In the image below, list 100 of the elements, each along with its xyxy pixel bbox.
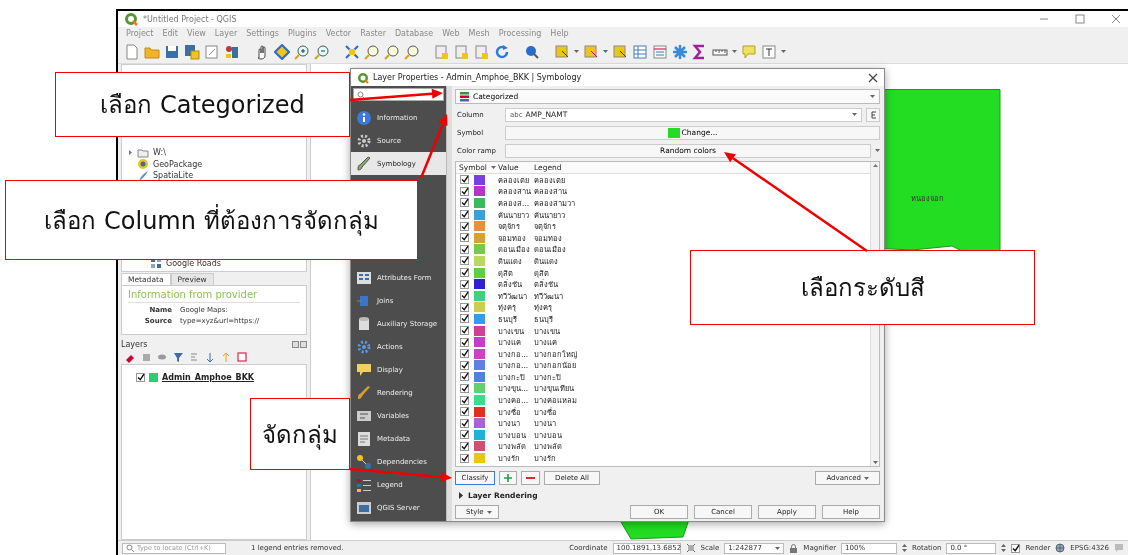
zoom-in-icon[interactable] (294, 43, 310, 60)
checkbox[interactable] (460, 291, 469, 301)
layer-swatch-icon (149, 372, 158, 382)
checkbox[interactable] (460, 360, 469, 370)
checkbox[interactable] (460, 244, 469, 254)
checkbox[interactable] (460, 186, 469, 196)
magnifier-icon[interactable] (384, 43, 400, 60)
remove-layer-icon[interactable] (237, 351, 248, 363)
caret-icon[interactable] (875, 149, 880, 152)
lock-icon[interactable] (789, 543, 799, 553)
select-icon[interactable] (583, 43, 599, 60)
checkbox[interactable] (460, 326, 469, 335)
speech-bubble-icon (356, 361, 372, 378)
zoom-full-icon[interactable] (344, 43, 360, 60)
spinner-icon[interactable] (902, 544, 908, 552)
checkbox[interactable] (460, 395, 469, 405)
database-icon (137, 158, 149, 171)
epsilon-icon (868, 109, 878, 120)
caret-icon[interactable] (781, 50, 786, 53)
browser-item[interactable]: W:\ (153, 148, 166, 158)
select-icon[interactable] (612, 43, 628, 60)
checkbox[interactable] (460, 279, 469, 289)
remove-class-button[interactable] (521, 471, 540, 485)
field-calculator-icon[interactable] (652, 43, 668, 60)
sort-caret-icon[interactable] (490, 166, 496, 169)
add-class-button[interactable] (499, 471, 517, 485)
checkbox[interactable] (460, 418, 469, 428)
checkbox[interactable] (460, 337, 469, 347)
storage-icon (356, 315, 372, 332)
dialog-title: Layer Properties - Admin_Amphoe_BKK | Symbology (373, 73, 583, 82)
metadata-heading: Information from provider (128, 289, 300, 303)
filter-icon[interactable] (173, 351, 184, 363)
checkbox[interactable] (136, 372, 145, 382)
caret-icon (852, 113, 857, 116)
search-icon (126, 544, 134, 552)
float-close-icon[interactable] (292, 340, 307, 348)
checkbox[interactable] (460, 256, 469, 266)
search-icon (357, 90, 365, 99)
paintbrush-icon (356, 155, 372, 172)
qgis-logo-icon (357, 71, 369, 84)
gear-icon (356, 338, 372, 355)
checkbox[interactable] (460, 441, 469, 451)
identify-icon[interactable] (524, 43, 540, 60)
diamond-icon[interactable] (274, 43, 290, 60)
checkbox[interactable] (460, 372, 469, 382)
expression-button[interactable] (866, 107, 880, 122)
text-box-icon[interactable] (761, 43, 777, 60)
caret-icon[interactable] (603, 50, 608, 53)
panel-title: Layers (121, 339, 148, 349)
checkbox[interactable] (460, 384, 469, 393)
browser-item[interactable]: GeoPackage (153, 159, 203, 169)
refresh-icon[interactable] (494, 43, 510, 60)
select-icon[interactable] (554, 43, 570, 60)
save-as-icon[interactable] (184, 43, 200, 60)
scroll-up-icon[interactable] (872, 164, 878, 167)
gear-icon[interactable] (672, 43, 688, 60)
callout: เลือก Column ที่ต้องการจัดกลุ่ม (5, 180, 418, 260)
qgis-logo-icon (124, 12, 138, 26)
checkbox[interactable] (460, 302, 469, 312)
magnifier-icon[interactable] (364, 43, 380, 60)
gear-icon (356, 132, 372, 149)
expand-arrow-icon[interactable] (128, 149, 133, 157)
expand-arrow-icon (458, 491, 464, 499)
symbol-swatch-icon (667, 127, 680, 138)
checkbox[interactable] (460, 198, 469, 208)
legend-icon (356, 476, 372, 493)
caret-icon[interactable] (574, 50, 579, 53)
scroll-down-icon[interactable] (872, 461, 878, 464)
zoom-out-icon[interactable] (314, 43, 330, 60)
layer-name[interactable]: Admin_Amphoe_BKK (162, 372, 255, 382)
checkbox[interactable] (460, 349, 469, 359)
checkbox[interactable] (460, 314, 469, 324)
spinner-icon[interactable] (1001, 544, 1007, 552)
checkbox[interactable] (460, 407, 469, 417)
globe-icon[interactable] (1055, 543, 1066, 553)
layout-icon[interactable] (204, 43, 220, 60)
caret-icon (775, 546, 781, 550)
save-icon[interactable] (164, 43, 180, 60)
checkbox[interactable] (460, 175, 469, 185)
plus-icon (504, 474, 512, 482)
attribute-table-icon[interactable] (632, 43, 648, 60)
expand-all-icon[interactable] (205, 351, 216, 363)
callout: จัดกลุ่ม (250, 398, 350, 470)
caret-icon[interactable] (732, 50, 737, 53)
checkbox[interactable] (460, 268, 469, 278)
close-icon[interactable] (868, 72, 878, 83)
checkbox[interactable] (460, 221, 469, 231)
dependencies-icon (356, 453, 372, 470)
categorized-icon (460, 91, 469, 102)
checkbox[interactable] (460, 453, 469, 463)
checkbox[interactable] (460, 430, 469, 440)
magnifier-icon[interactable] (404, 43, 420, 60)
checkbox[interactable] (1011, 543, 1021, 553)
checkbox[interactable] (460, 210, 469, 220)
browser-item[interactable]: SpatiaLite (153, 171, 194, 181)
info-icon (356, 109, 372, 126)
style-icon[interactable] (224, 43, 240, 60)
checkbox[interactable] (460, 233, 469, 243)
caret-icon (486, 510, 492, 514)
window-title: *Untitled Project - QGIS (143, 14, 238, 24)
